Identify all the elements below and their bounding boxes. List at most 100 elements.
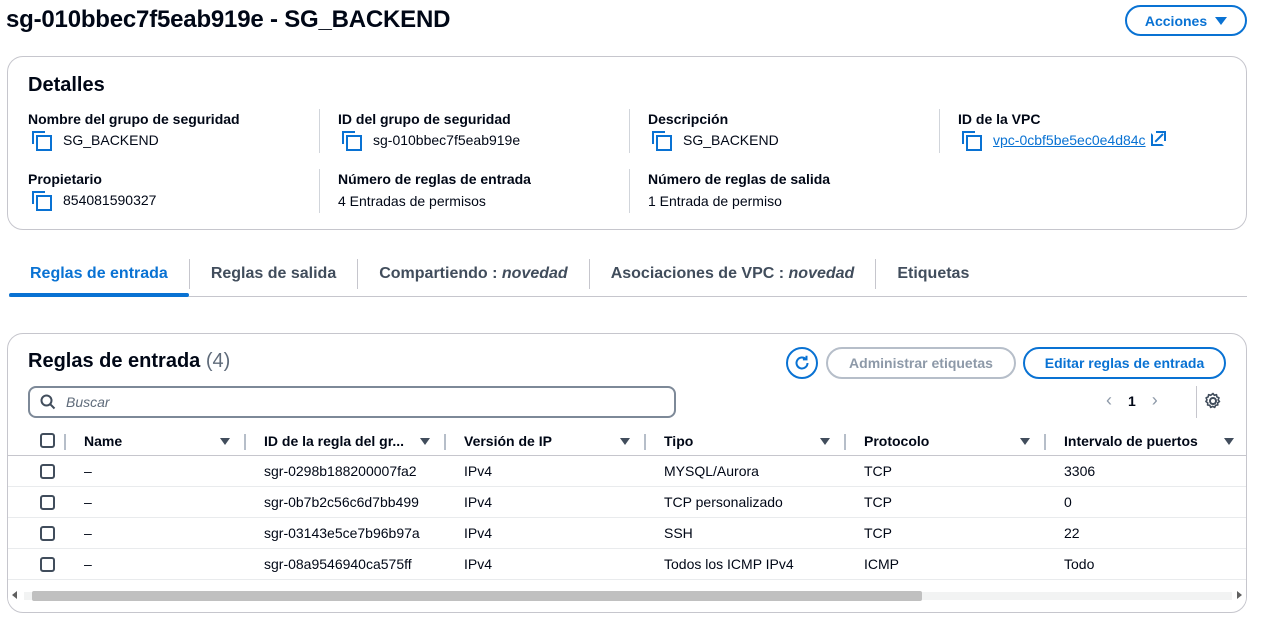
detail-label: ID de la VPC bbox=[958, 111, 1041, 127]
row-checkbox[interactable] bbox=[40, 463, 55, 479]
cell-port-range: Todo bbox=[1064, 556, 1095, 572]
column-header-ip-version[interactable]: Versión de IP bbox=[444, 426, 644, 455]
cell-protocol: TCP bbox=[864, 494, 892, 510]
edit-inbound-rules-button[interactable]: Editar reglas de entrada bbox=[1023, 347, 1226, 379]
cell-port-range: 0 bbox=[1064, 494, 1072, 510]
column-header-type[interactable]: Tipo bbox=[644, 426, 844, 455]
detail-value: 4 Entradas de permisos bbox=[338, 193, 486, 209]
refresh-button[interactable] bbox=[786, 347, 818, 379]
cell-protocol: TCP bbox=[864, 463, 892, 479]
select-all-checkbox[interactable] bbox=[40, 433, 55, 448]
detail-value: SG_BACKEND bbox=[683, 131, 779, 148]
inbound-rules-panel: Reglas de entrada (4) Administrar etique… bbox=[7, 333, 1247, 613]
detail-label: Descripción bbox=[648, 111, 729, 127]
tab-outbound-rules[interactable]: Reglas de salida bbox=[190, 252, 357, 296]
sort-icon bbox=[820, 438, 830, 445]
detail-label: Número de reglas de entrada bbox=[338, 171, 531, 187]
actions-label: Acciones bbox=[1144, 12, 1208, 29]
tab-inbound-rules[interactable]: Reglas de entrada bbox=[9, 252, 189, 297]
divider bbox=[629, 109, 630, 153]
copy-icon[interactable] bbox=[32, 131, 52, 151]
detail-label: Número de reglas de salida bbox=[648, 171, 831, 187]
cell-protocol: ICMP bbox=[864, 556, 899, 572]
table-header: Name ID de la regla del gr... Versión de… bbox=[8, 426, 1246, 456]
cell-rule-id: sgr-0298b188200007fa2 bbox=[264, 463, 417, 479]
cell-type: TCP personalizado bbox=[664, 494, 783, 510]
detail-outbound-count: Número de reglas de salida 1 Entrada de … bbox=[648, 171, 830, 209]
horizontal-scrollbar[interactable] bbox=[8, 588, 1246, 604]
column-header-rule-id[interactable]: ID de la regla del gr... bbox=[244, 426, 444, 455]
cell-rule-id: sgr-0b7b2c56c6d7bb499 bbox=[264, 494, 419, 510]
tab-tags[interactable]: Etiquetas bbox=[876, 252, 990, 296]
rules-title: Reglas de entrada (4) bbox=[28, 350, 231, 372]
scrollbar-thumb[interactable] bbox=[32, 591, 922, 601]
table-row[interactable]: – sgr-0b7b2c56c6d7bb499 IPv4 TCP persona… bbox=[8, 487, 1246, 518]
sort-icon bbox=[220, 438, 230, 445]
detail-sg-id: ID del grupo de seguridad sg-010bbec7f5e… bbox=[338, 111, 521, 151]
page-title: sg-010bbec7f5eab919e - SG_BACKEND bbox=[6, 6, 451, 33]
detail-owner: Propietario 854081590327 bbox=[28, 171, 157, 211]
search-input[interactable] bbox=[64, 393, 644, 411]
cell-name: – bbox=[84, 525, 92, 541]
column-header-name[interactable]: Name bbox=[64, 426, 244, 455]
cell-rule-id: sgr-03143e5ce7b96b97a bbox=[264, 525, 420, 541]
cell-name: – bbox=[84, 556, 92, 572]
detail-sg-name: Nombre del grupo de seguridad SG_BACKEND bbox=[28, 111, 240, 151]
rules-count: (4) bbox=[205, 350, 231, 372]
search-icon bbox=[40, 394, 56, 410]
external-link-icon bbox=[1150, 131, 1166, 146]
copy-icon[interactable] bbox=[962, 131, 982, 151]
caret-down-icon bbox=[1215, 16, 1228, 25]
cell-ip-version: IPv4 bbox=[464, 494, 493, 510]
tab-sharing[interactable]: Compartiendo : novedad bbox=[358, 252, 588, 296]
sort-icon bbox=[1224, 438, 1234, 445]
row-checkbox[interactable] bbox=[40, 556, 55, 572]
cell-ip-version: IPv4 bbox=[464, 463, 493, 479]
row-checkbox[interactable] bbox=[40, 525, 55, 541]
detail-description: Descripción SG_BACKEND bbox=[648, 111, 779, 151]
copy-icon[interactable] bbox=[652, 131, 672, 151]
cell-type: Todos los ICMP IPv4 bbox=[664, 556, 794, 572]
copy-icon[interactable] bbox=[342, 131, 362, 151]
table-row[interactable]: – sgr-08a9546940ca575ff IPv4 Todos los I… bbox=[8, 549, 1246, 580]
table-row[interactable]: – sgr-03143e5ce7b96b97a IPv4 SSH TCP 22 bbox=[8, 518, 1246, 549]
detail-value: SG_BACKEND bbox=[63, 131, 159, 148]
column-header-port-range[interactable]: Intervalo de puertos bbox=[1044, 426, 1246, 455]
tab-vpc-associations[interactable]: Asociaciones de VPC : novedad bbox=[590, 252, 876, 296]
scroll-left-icon[interactable] bbox=[12, 591, 17, 599]
cell-port-range: 3306 bbox=[1064, 463, 1096, 479]
cell-ip-version: IPv4 bbox=[464, 556, 493, 572]
divider bbox=[319, 109, 320, 153]
divider bbox=[939, 109, 940, 153]
divider bbox=[1196, 386, 1197, 418]
row-checkbox[interactable] bbox=[40, 494, 55, 510]
actions-dropdown-button[interactable]: Acciones bbox=[1125, 5, 1247, 36]
manage-tags-button[interactable]: Administrar etiquetas bbox=[826, 347, 1016, 379]
copy-icon[interactable] bbox=[32, 191, 52, 211]
cell-protocol: TCP bbox=[864, 525, 892, 541]
detail-label: Nombre del grupo de seguridad bbox=[28, 111, 240, 127]
pagination: ‹ 1 › bbox=[1106, 390, 1158, 411]
detail-value: 854081590327 bbox=[63, 191, 157, 208]
detail-value: sg-010bbec7f5eab919e bbox=[373, 131, 521, 148]
page-number[interactable]: 1 bbox=[1128, 393, 1136, 409]
rules-table: Name ID de la regla del gr... Versión de… bbox=[8, 426, 1246, 580]
prev-page-icon[interactable]: ‹ bbox=[1106, 390, 1112, 411]
sort-icon bbox=[1020, 438, 1030, 445]
divider bbox=[629, 169, 630, 213]
detail-label: ID del grupo de seguridad bbox=[338, 111, 511, 127]
refresh-icon bbox=[795, 355, 809, 370]
cell-type: SSH bbox=[664, 525, 693, 541]
gear-icon[interactable] bbox=[1204, 392, 1222, 410]
cell-type: MYSQL/Aurora bbox=[664, 463, 759, 479]
table-row[interactable]: – sgr-0298b188200007fa2 IPv4 MYSQL/Auror… bbox=[8, 456, 1246, 487]
detail-value: 1 Entrada de permiso bbox=[648, 193, 782, 209]
details-title: Detalles bbox=[28, 74, 105, 96]
detail-inbound-count: Número de reglas de entrada 4 Entradas d… bbox=[338, 171, 531, 209]
cell-port-range: 22 bbox=[1064, 525, 1080, 541]
column-header-protocol[interactable]: Protocolo bbox=[844, 426, 1044, 455]
next-page-icon[interactable]: › bbox=[1152, 390, 1158, 411]
search-field[interactable] bbox=[28, 386, 676, 418]
scroll-right-icon[interactable] bbox=[1237, 591, 1242, 599]
vpc-link[interactable]: vpc-0cbf5be5ec0e4d84c bbox=[993, 132, 1146, 148]
